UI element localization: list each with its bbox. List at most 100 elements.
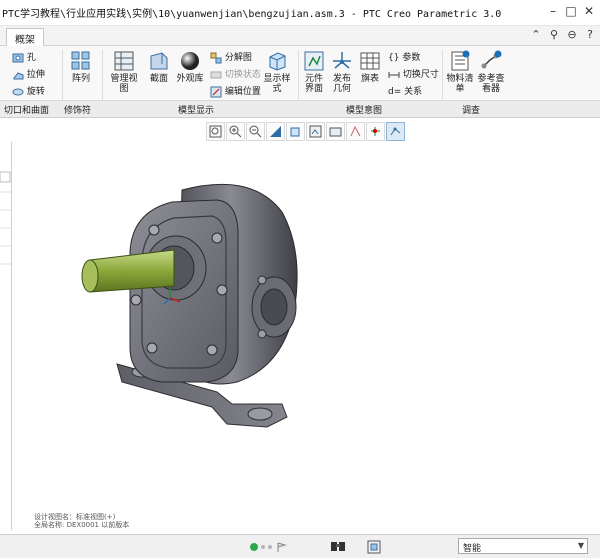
manage-views-button[interactable]: 管理视图: [108, 50, 140, 94]
maximize-button[interactable]: □: [564, 4, 578, 18]
extrude-icon: [13, 71, 24, 79]
extrude-button[interactable]: 拉伸: [12, 67, 45, 81]
edit-position-label: 编辑位置: [224, 87, 261, 97]
relations-icon: d=: [388, 86, 402, 97]
braces-icon: {}: [388, 52, 400, 63]
close-button[interactable]: ✕: [582, 4, 596, 18]
view-status-line-2: 全局名称: DEX0001 以前版本: [34, 521, 130, 529]
drive-shaft: [81, 249, 175, 293]
settings-icon[interactable]: ⊖: [566, 29, 578, 41]
group-model-display[interactable]: 模型显示: [178, 103, 214, 116]
view-manager-icon: [329, 127, 342, 137]
saved-views-button[interactable]: [306, 122, 325, 141]
search-icon[interactable]: ⚲: [548, 29, 560, 41]
section-button[interactable]: 截面: [146, 50, 172, 84]
appearance-gallery-button[interactable]: 外观库: [176, 50, 204, 84]
model-tree-panel[interactable]: [0, 142, 12, 530]
group-investigate[interactable]: 调查: [462, 103, 480, 116]
regen-status-icon: [250, 542, 287, 552]
revolve-button[interactable]: 旋转: [12, 84, 45, 98]
tab-framework[interactable]: 概架: [6, 28, 44, 46]
annotation-display-icon: [390, 127, 401, 136]
table-icon: [360, 52, 380, 70]
bom-button[interactable]: 物料清单: [446, 50, 474, 94]
pump-side-port: [251, 275, 297, 339]
display-style-cube-icon: [269, 52, 286, 71]
minimize-button[interactable]: –: [546, 4, 560, 18]
reference-viewer-icon: [481, 50, 502, 69]
zoom-in-button[interactable]: [226, 122, 245, 141]
publish-geometry-icon: [333, 52, 351, 69]
spin-center-icon: [371, 127, 380, 136]
collapse-ribbon-icon[interactable]: ⌃: [530, 29, 542, 41]
display-style-button[interactable]: 显示样式: [262, 50, 292, 94]
toggle-state-label: 切换状态: [224, 70, 261, 80]
appearance-gallery-label: 外观库: [176, 74, 204, 84]
dimension-icon: [388, 71, 400, 78]
relations-label: 关系: [404, 87, 423, 97]
refit-icon: [209, 125, 222, 138]
display-style-quick-button[interactable]: [286, 122, 305, 141]
hole-icon: [12, 53, 24, 62]
reference-viewer-button[interactable]: 参考查看器: [476, 50, 506, 94]
edit-position-icon: [210, 86, 222, 97]
component-interface-label: 元件界面: [304, 74, 323, 94]
selection-filter-icon[interactable]: [366, 539, 382, 555]
parameters-label: 参数: [402, 53, 421, 63]
graphics-canvas[interactable]: 设计视图名：标准视图(+) 全局名称: DEX0001 以前版本: [12, 142, 600, 530]
explode-icon: [210, 52, 222, 63]
component-interface-button[interactable]: 元件界面: [302, 50, 326, 94]
reference-viewer-label: 参考查看器: [477, 74, 505, 94]
refit-button[interactable]: [206, 122, 225, 141]
annotation-display-button[interactable]: [386, 122, 405, 141]
toggle-state-button[interactable]: 切换状态: [210, 67, 261, 81]
revolve-icon: [12, 88, 24, 95]
manage-views-icon: [114, 51, 134, 71]
pattern-icon: [71, 51, 90, 70]
pattern-button[interactable]: 阵列: [68, 50, 94, 84]
title-bar: PTC学习教程\行业应用实践\实例\10\yuanwenjian\bengzuj…: [0, 0, 600, 26]
zoom-out-button[interactable]: [246, 122, 265, 141]
flag-table-label: 旗表: [360, 74, 379, 84]
graphics-toolbar: [206, 122, 405, 142]
toggle-dimensions-button[interactable]: 切换尺寸: [388, 67, 439, 81]
pump-assembly-model: [81, 183, 298, 428]
toggle-dimensions-label: 切换尺寸: [402, 70, 439, 80]
chevron-down-icon: ▼: [577, 541, 584, 550]
bom-list-icon: [451, 50, 470, 71]
extrude-label: 拉伸: [26, 70, 45, 80]
appearance-sphere-icon: [181, 52, 199, 70]
view-manager-button[interactable]: [326, 122, 345, 141]
repaint-button[interactable]: [266, 122, 285, 141]
window-title: PTC学习教程\行业应用实践\实例\10\yuanwenjian\bengzuj…: [2, 9, 502, 20]
relations-button[interactable]: d= 关系: [388, 84, 423, 98]
bom-label: 物料清单: [446, 74, 474, 94]
datum-display-icon: [350, 125, 361, 137]
explode-view-label: 分解图: [224, 53, 252, 63]
edit-position-button[interactable]: 编辑位置: [210, 84, 261, 98]
help-icon[interactable]: ?: [584, 29, 596, 41]
repaint-icon: [270, 126, 281, 137]
datum-display-button[interactable]: [346, 122, 365, 141]
explode-view-button[interactable]: 分解图: [210, 50, 252, 64]
toggle-state-icon: [210, 71, 222, 78]
group-cut-surface[interactable]: 切口和曲面: [4, 103, 49, 116]
selection-filter-value: 智能: [463, 544, 482, 554]
ribbon-tab-row: 概架 ⌃ ⚲ ⊖ ?: [0, 26, 600, 46]
model-tree-stub: [0, 171, 11, 265]
parameters-button[interactable]: {} 参数: [388, 50, 421, 64]
display-style-label: 显示样式: [263, 74, 291, 94]
group-model-intent[interactable]: 模型意图: [346, 103, 382, 116]
flag-table-button[interactable]: 旗表: [358, 50, 382, 84]
publish-geometry-button[interactable]: 发布几何: [330, 50, 354, 94]
spin-center-button[interactable]: [366, 122, 385, 141]
hole-button[interactable]: 孔: [12, 50, 36, 64]
group-modifiers[interactable]: 修饰符: [64, 103, 91, 116]
zoom-out-icon: [249, 125, 262, 138]
pattern-label: 阵列: [71, 74, 90, 84]
selection-filter-dropdown[interactable]: 智能 ▼: [458, 538, 588, 554]
section-label: 截面: [149, 74, 168, 84]
find-icon[interactable]: [330, 539, 346, 555]
hole-label: 孔: [26, 53, 36, 63]
cube-icon: [290, 127, 300, 137]
